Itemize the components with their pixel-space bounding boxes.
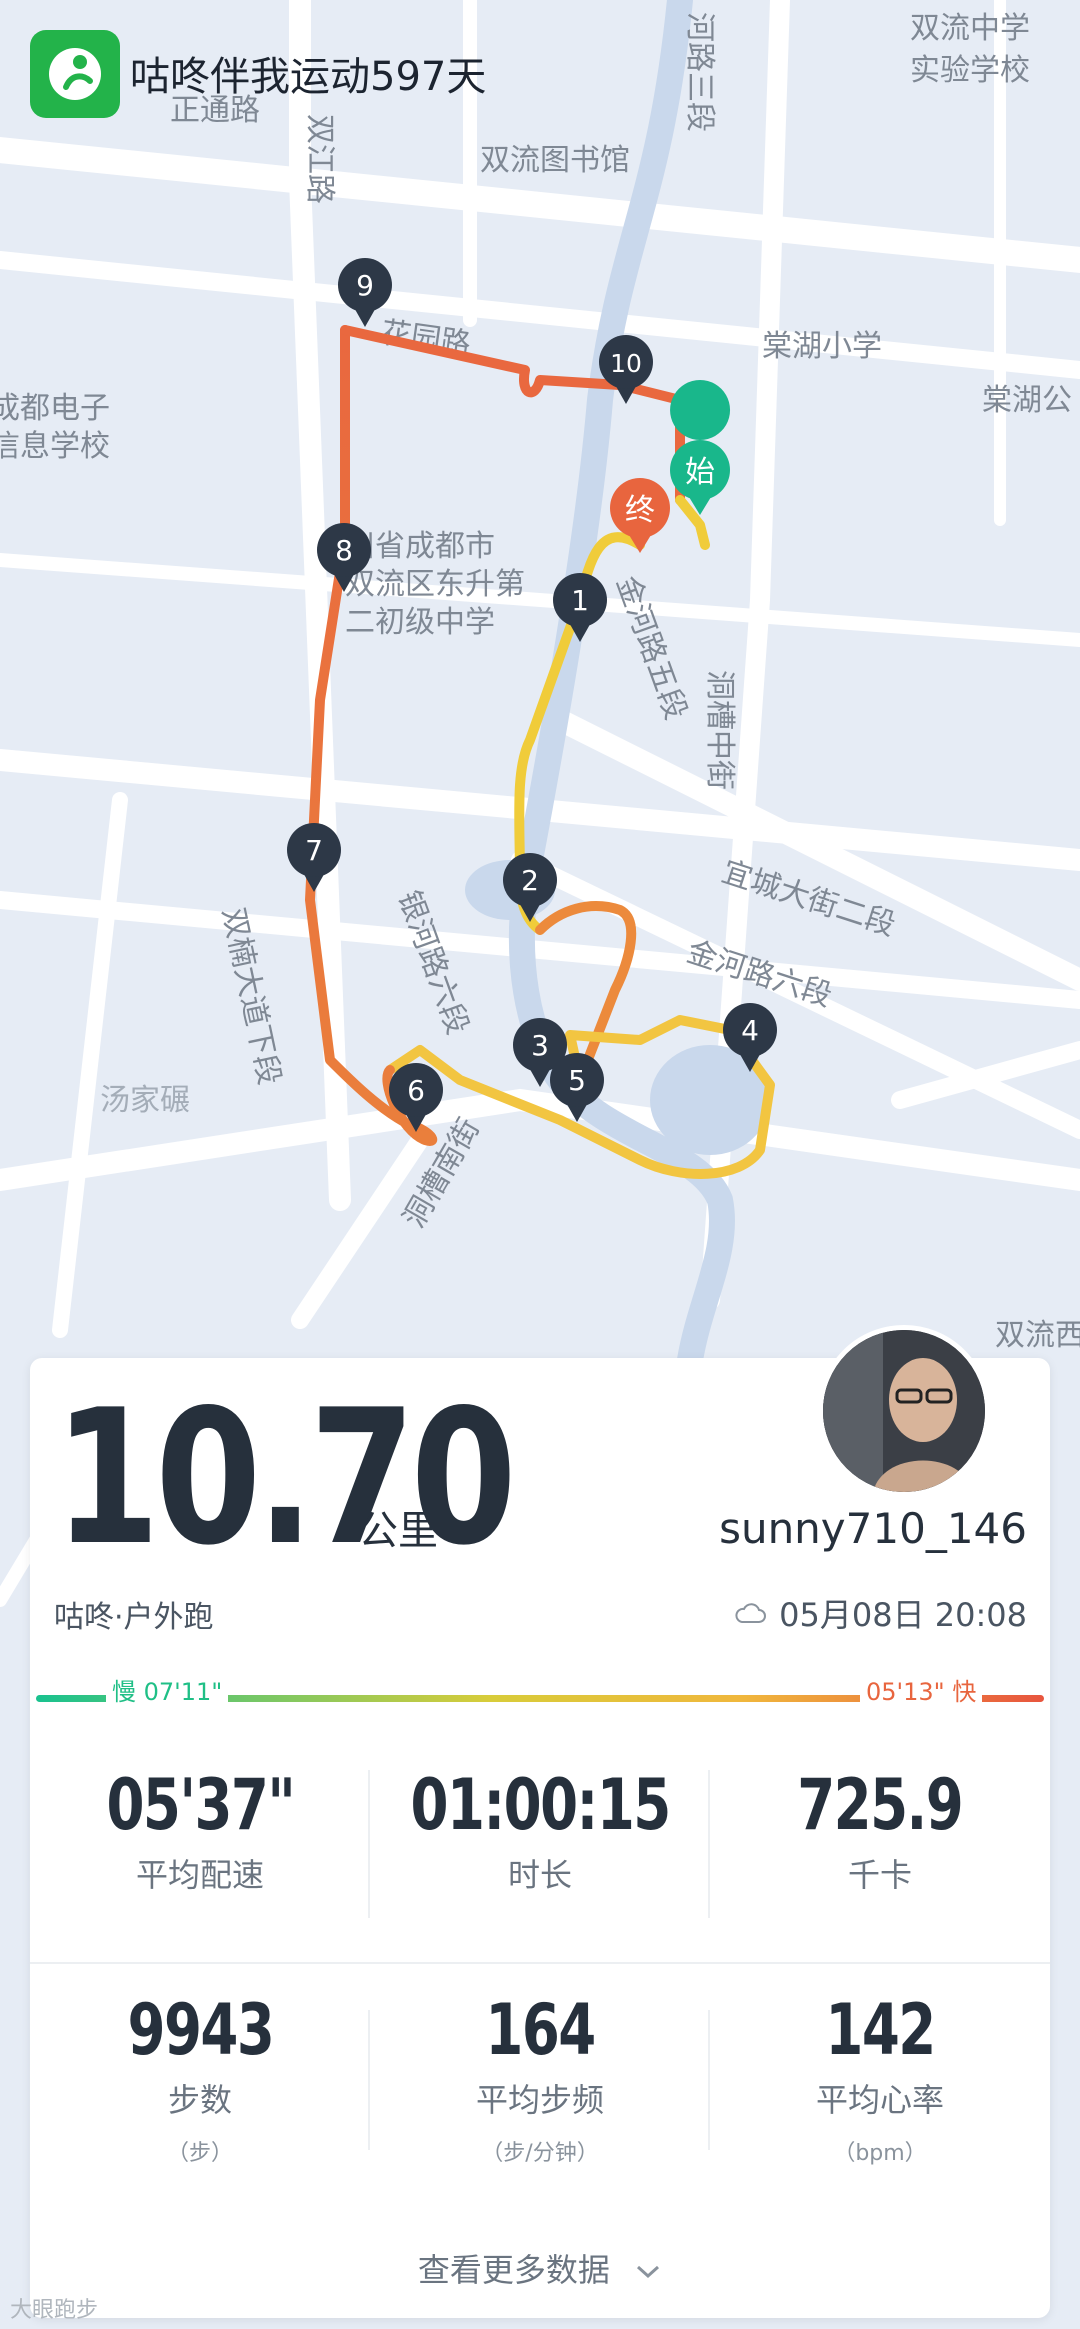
avatar-image: [823, 1330, 985, 1492]
stat-duration: 01:00:15 时长: [370, 1770, 710, 1896]
stat-steps: 9943 步数 （步）: [30, 1995, 370, 2167]
datetime: 05月08日 20:08: [733, 1590, 1027, 1636]
map-label: 实验学校: [910, 53, 1030, 88]
map-label: 汤家碾: [100, 1083, 190, 1118]
map-label: 成都电子: [0, 391, 110, 426]
datetime-text: 05月08日 20:08: [779, 1596, 1027, 1634]
divider: [708, 1770, 710, 1918]
app-title: 咕咚伴我运动597天: [130, 54, 487, 100]
stat-label: 平均步频: [475, 2081, 604, 2119]
stat-value: 9943: [127, 1989, 274, 2071]
pace-slow-label: 慢 07'11": [106, 1672, 229, 1707]
stat-label: 步数: [167, 2081, 232, 2119]
stat-calories: 725.9 千卡: [710, 1770, 1050, 1896]
watermark-text: 大眼跑步: [10, 2298, 99, 2323]
km-marker-label: 7: [305, 834, 323, 867]
divider: [368, 2010, 370, 2150]
stat-cadence: 164 平均步频 （步/分钟）: [370, 1995, 710, 2167]
sport-type: 咕咚·户外跑: [54, 1600, 214, 1635]
stat-value: 01:00:15: [410, 1764, 671, 1846]
km-marker-label: 5: [568, 1064, 586, 1097]
stat-value: 164: [485, 1989, 596, 2071]
distance-value: 10.70: [54, 1369, 517, 1586]
map-label: 双流区东升第: [345, 567, 525, 602]
more-data-button[interactable]: 查看更多数据: [0, 2245, 1080, 2291]
divider: [368, 1770, 370, 1918]
chevron-down-icon: [637, 2265, 660, 2279]
stat-label: 千卡: [847, 1856, 912, 1894]
stat-avg-pace: 05'37" 平均配速: [30, 1770, 370, 1896]
km-marker-label: 1: [571, 584, 589, 617]
map-label: 信息学校: [0, 429, 110, 464]
start-label: 始: [685, 455, 715, 490]
map-label: 双流图书馆: [480, 143, 630, 178]
more-data-label: 查看更多数据: [417, 2251, 610, 2289]
pace-fast-label: 05'13" 快: [860, 1672, 983, 1707]
end-label: 终: [625, 493, 655, 528]
stat-label: 平均心率: [815, 2081, 944, 2119]
divider: [30, 1962, 1050, 1964]
username: sunny710_146: [719, 1504, 1027, 1553]
stat-value: 142: [825, 1989, 936, 2071]
stat-heart-rate: 142 平均心率 （bpm）: [710, 1995, 1050, 2167]
stat-value: 05'37": [106, 1764, 295, 1846]
cloud-icon: [735, 1603, 767, 1623]
km-marker-label: 4: [741, 1014, 759, 1047]
stat-value: 725.9: [797, 1764, 964, 1846]
app-logo: [30, 30, 120, 118]
stat-label: 平均配速: [135, 1856, 264, 1894]
map-label: 河路三段: [682, 12, 717, 132]
stat-label: 时长: [507, 1856, 572, 1894]
runner-icon: [49, 48, 101, 100]
stat-unit: （步/分钟）: [481, 2141, 599, 2166]
km-marker-label: 3: [531, 1029, 549, 1062]
km-marker-label: 9: [356, 269, 374, 302]
stat-unit: （步）: [166, 2141, 233, 2166]
km-marker-label: 6: [407, 1074, 425, 1107]
km-marker-label: 8: [335, 534, 353, 567]
map-label: 双江路: [302, 114, 337, 204]
map-label: 洞槽中街: [702, 670, 737, 790]
distance-unit: 公里: [358, 1508, 438, 1554]
km-marker-label: 10: [610, 349, 642, 378]
km-marker-label: 2: [521, 864, 539, 897]
avatar[interactable]: [818, 1325, 990, 1497]
watermark: 大眼跑步: [10, 2292, 98, 2324]
divider: [708, 2010, 710, 2150]
map-label: 棠湖公: [982, 383, 1072, 418]
map-label: 二初级中学: [345, 605, 495, 640]
map-label: 双流西: [995, 1318, 1080, 1353]
stat-unit: （bpm）: [833, 2141, 927, 2166]
map-label: 棠湖小学: [762, 329, 882, 364]
map-label: 双流中学: [910, 11, 1030, 46]
